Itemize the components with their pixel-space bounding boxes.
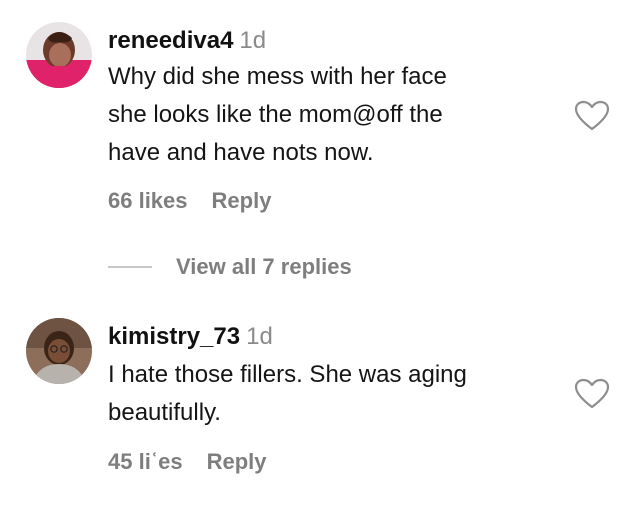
username[interactable]: reneediva4 [108,27,233,54]
comment-header: kimistry_73 1d [108,322,273,352]
comment-meta: 66 likes Reply [108,188,271,214]
comment-text-line: beautifully. [108,399,221,426]
comment-text-line: have and have nots now. [108,139,374,166]
comment-text: I hate those fillers. She was aging beau… [108,356,558,432]
heart-outline-icon [574,378,610,409]
comment-text: Why did she mess with her face she looks… [108,58,558,172]
reply-button[interactable]: Reply [207,449,267,474]
comment-text-line: I hate those fillers. She was aging [108,361,467,388]
reply-button[interactable]: Reply [212,188,272,213]
replies-divider [108,266,152,268]
heart-outline-icon [574,100,610,131]
timestamp: 1d [239,27,267,54]
comment-text-line: Why did she mess with her face [108,63,447,90]
timestamp: 1d [246,323,273,350]
avatar-image [26,22,92,88]
like-button[interactable] [574,100,610,132]
comment-1: reneediva4 1d Why did she mess with her f… [0,0,634,240]
like-button[interactable] [574,378,610,410]
view-replies-button[interactable]: View all 7 replies [108,252,352,282]
avatar-image [26,318,92,384]
likes-count[interactable]: 45 liʿes [108,449,183,474]
username[interactable]: kimistry_73 [108,323,240,350]
comment-header: reneediva4 1d [108,26,266,56]
avatar[interactable] [26,318,92,384]
avatar[interactable] [26,22,92,88]
likes-count[interactable]: 66 likes [108,188,188,213]
view-replies-label: View all 7 replies [176,254,352,279]
comment-meta: 45 liʿes Reply [108,449,267,475]
comment-text-line: she looks like the mom@off the [108,101,443,128]
comment-2: kimistry_73 1d I hate those fillers. She … [0,300,634,500]
